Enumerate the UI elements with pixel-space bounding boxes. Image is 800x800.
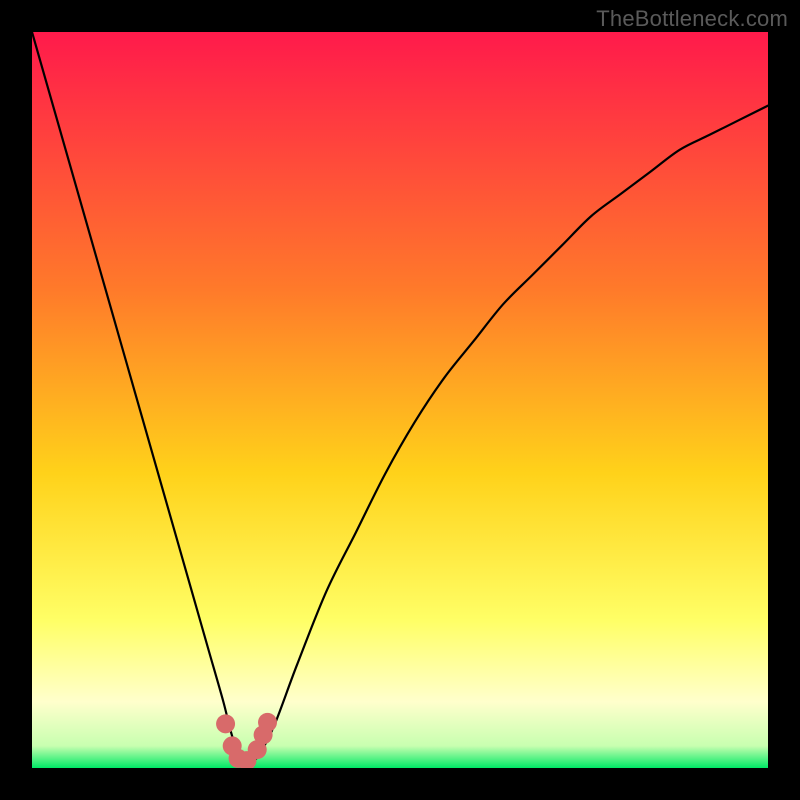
- gradient-background: [32, 32, 768, 768]
- highlight-marker: [216, 714, 235, 733]
- highlight-marker: [258, 713, 277, 732]
- chart-frame: TheBottleneck.com: [0, 0, 800, 800]
- watermark-text: TheBottleneck.com: [596, 6, 788, 32]
- bottleneck-chart: [32, 32, 768, 768]
